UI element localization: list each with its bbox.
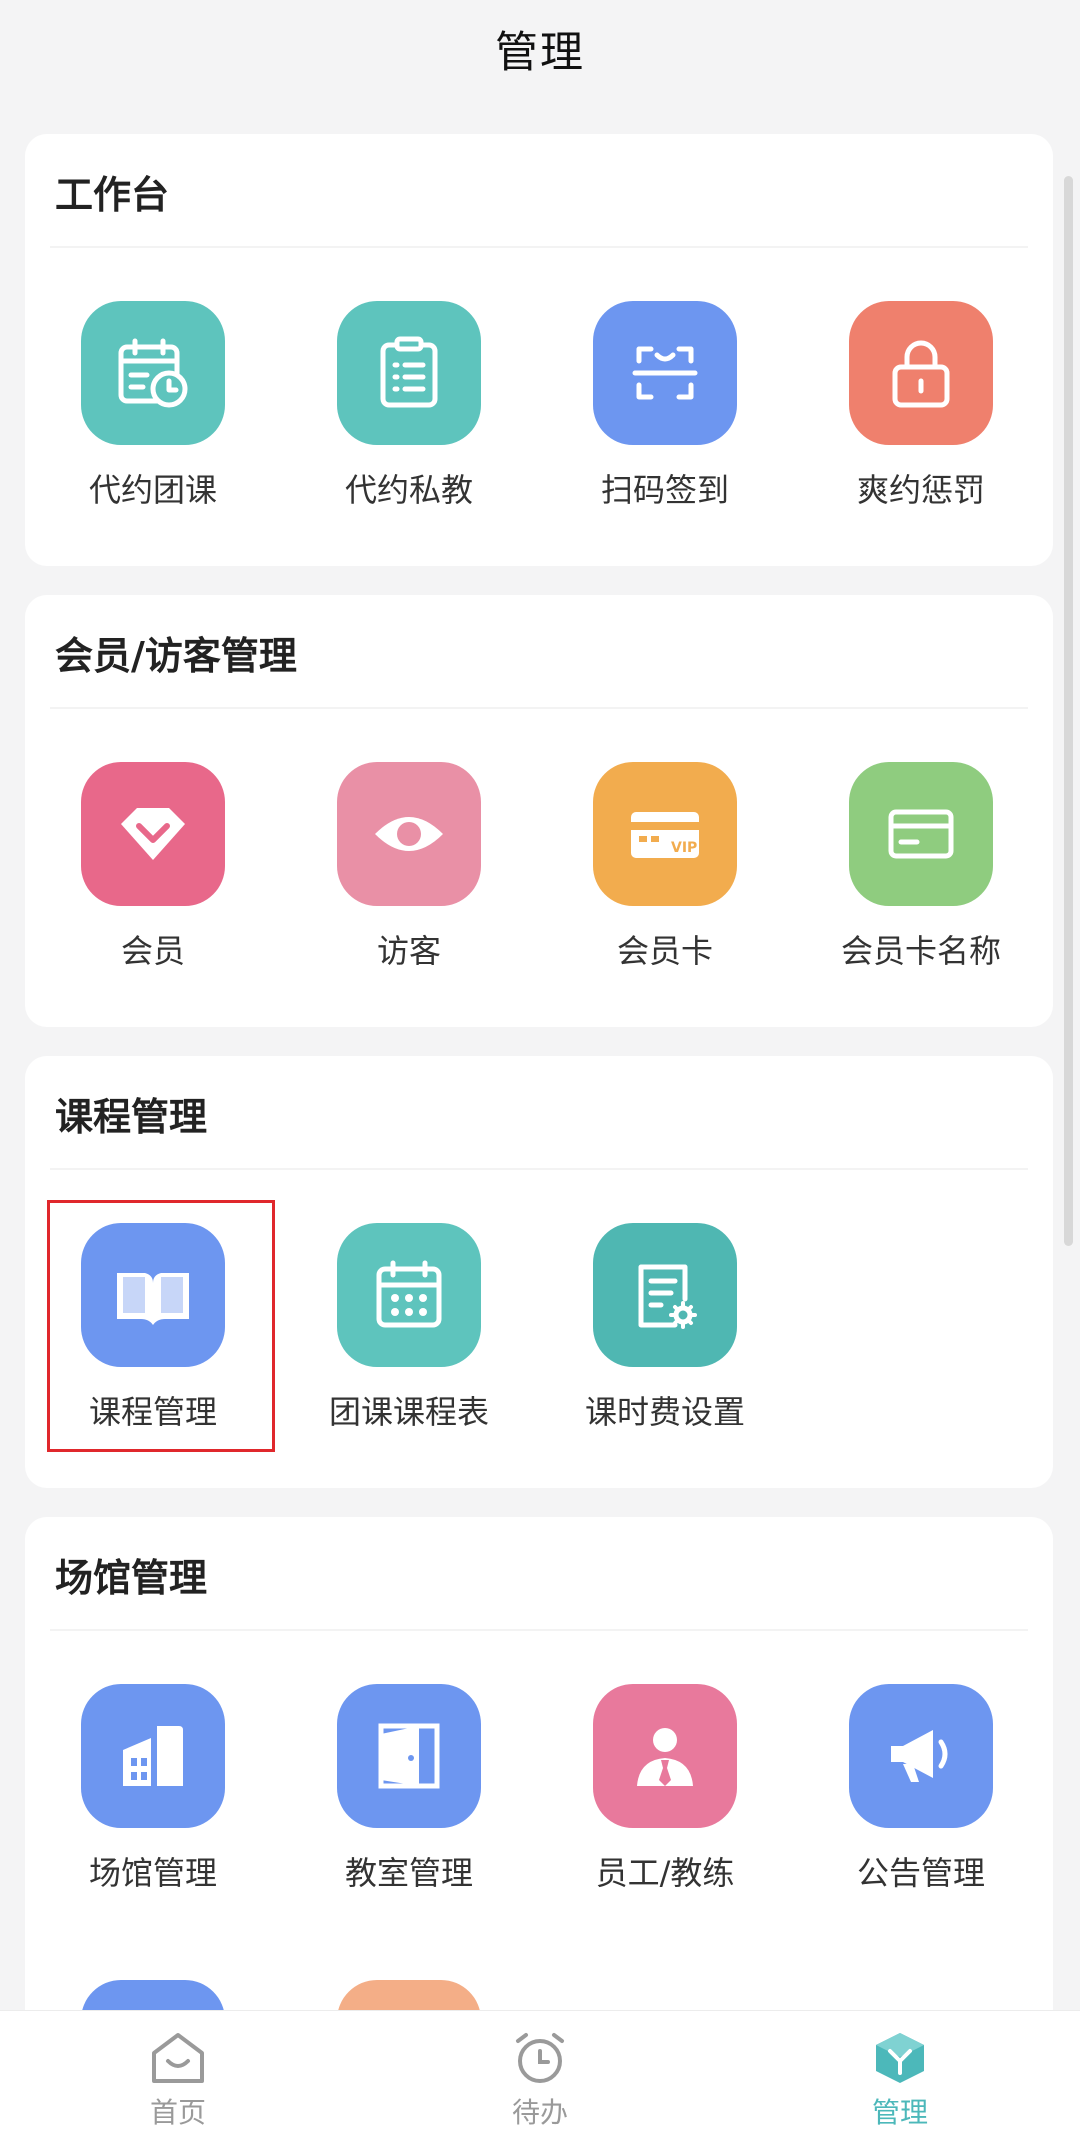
tile-visitor[interactable]: 访客 [281,762,537,982]
tile-label: 会员 [120,932,185,970]
diamond-icon [81,762,225,906]
clipboard-list-icon [337,301,481,445]
section-venue: 场馆管理 场馆管理 教室管理 员工/教练 公告管理 [25,1517,1053,2010]
vip-badge: VIP [671,840,697,856]
tile-announcement[interactable]: 公告管理 [793,1684,1049,1904]
section-title: 场馆管理 [55,1556,208,1600]
tile-label: 会员卡名称 [840,932,1001,970]
highlight-box [47,1200,275,1452]
door-icon [337,1684,481,1828]
document-gear-icon [593,1223,737,1367]
management-icon [876,2033,924,2083]
tab-management[interactable]: 管理 [800,2011,1000,2133]
tile-partial-1[interactable] [25,1980,281,2010]
card-icon [849,762,993,906]
tile-label: 访客 [376,932,441,970]
divider [50,1629,1028,1631]
tile-book-private-class[interactable]: 代约私教 [281,301,537,521]
tile-label: 扫码签到 [600,471,729,509]
divider [50,1168,1028,1170]
tile-label: 教室管理 [344,1854,473,1892]
page-title: 管理 [495,28,585,78]
tile-label: 课时费设置 [584,1393,745,1431]
tile-no-show-penalty[interactable]: 爽约惩罚 [793,301,1049,521]
tab-label: 待办 [511,2096,568,2129]
lock-icon [849,301,993,445]
alarm-clock-icon [516,2033,564,2083]
tile-label: 会员卡 [616,932,713,970]
tab-label: 管理 [871,2096,928,2129]
tile-membership-card[interactable]: VIP 会员卡 [537,762,793,982]
partial-icon [337,1980,481,2010]
home-icon [152,2033,204,2083]
tile-scan-check-in[interactable]: 扫码签到 [537,301,793,521]
tab-home[interactable]: 首页 [78,2011,278,2133]
tile-member[interactable]: 会员 [25,762,281,982]
tile-label: 代约团课 [88,471,217,509]
calendar-grid-icon [337,1223,481,1367]
tab-todo[interactable]: 待办 [440,2011,640,2133]
vip-card-icon: VIP [593,762,737,906]
partial-icon [81,1980,225,2010]
tile-group-schedule[interactable]: 团课课程表 [281,1223,537,1443]
section-title: 课程管理 [55,1095,208,1139]
tile-venue-management[interactable]: 场馆管理 [25,1684,281,1904]
scan-icon [593,301,737,445]
eye-icon [337,762,481,906]
tab-label: 首页 [149,2096,206,2129]
tab-bar: 首页 待办 管理 [0,2010,1080,2133]
tile-label: 员工/教练 [595,1854,735,1892]
section-workbench: 工作台 代约团课 代约私教 扫码签到 爽约惩罚 [25,134,1053,566]
tile-label: 代约私教 [344,471,473,509]
scroll-area[interactable]: 管理 工作台 代约团课 代约私教 扫码签到 爽约惩罚 会员/访客管理 会员 访客… [0,0,1080,2010]
tile-label: 团课课程表 [328,1393,489,1431]
calendar-clock-icon [81,301,225,445]
tile-book-group-class[interactable]: 代约团课 [25,301,281,521]
section-title: 工作台 [55,173,170,217]
tile-partial-2[interactable] [281,1980,537,2010]
megaphone-icon [849,1684,993,1828]
building-icon [81,1684,225,1828]
tile-class-fee-settings[interactable]: 课时费设置 [537,1223,793,1443]
tile-classroom-management[interactable]: 教室管理 [281,1684,537,1904]
tile-label: 场馆管理 [88,1854,217,1892]
tile-card-name[interactable]: 会员卡名称 [793,762,1049,982]
section-title: 会员/访客管理 [55,634,297,678]
tile-label: 公告管理 [856,1854,985,1892]
divider [50,707,1028,709]
tile-label: 爽约惩罚 [856,471,985,509]
divider [50,246,1028,248]
tile-staff-coach[interactable]: 员工/教练 [537,1684,793,1904]
section-member-visitor: 会员/访客管理 会员 访客 VIP 会员卡 会员卡名称 [25,595,1053,1027]
scrollbar[interactable] [1064,176,1073,1246]
staff-icon [593,1684,737,1828]
